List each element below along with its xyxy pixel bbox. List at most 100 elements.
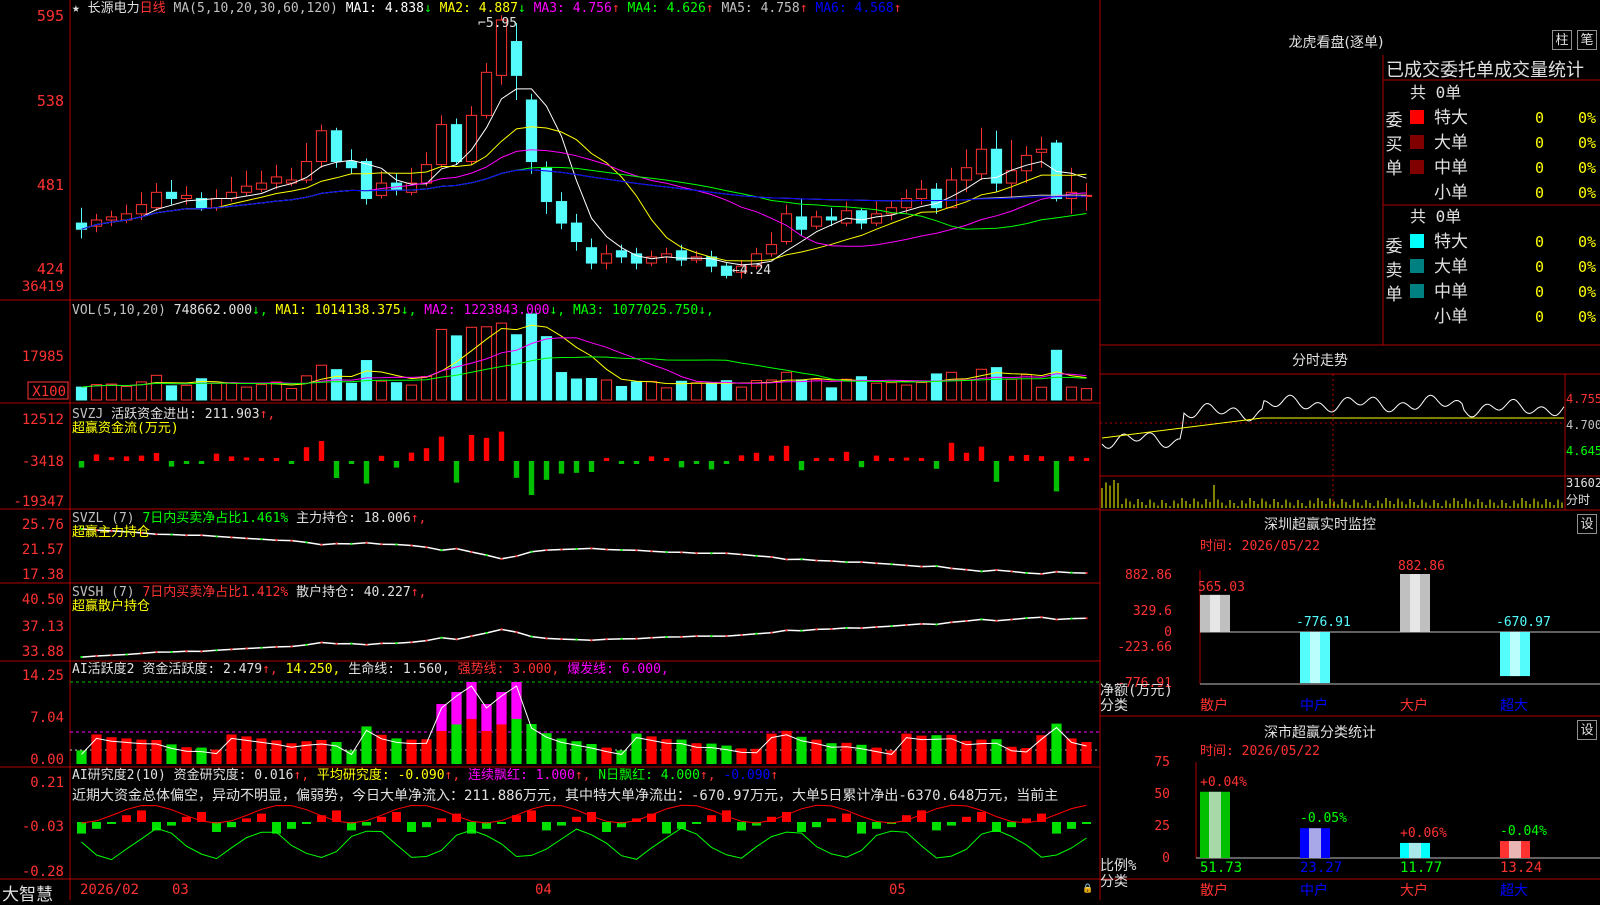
class-settings-button[interactable]: 设 <box>1577 720 1597 740</box>
volume-bar <box>1080 388 1093 401</box>
activity-bar <box>841 742 852 764</box>
order-stats-header: 已成交委托单成交量统计 <box>1386 60 1584 81</box>
research-header-part-12: ↑, <box>700 768 723 783</box>
volume-bar <box>780 371 793 401</box>
flow-tick-0: 12512 <box>22 412 64 428</box>
main-position-line-path-dot <box>650 550 653 553</box>
research-bars[interactable] <box>77 804 1091 861</box>
flow-bar <box>513 461 520 478</box>
main-position-line-path-dot <box>560 548 563 551</box>
research-bar <box>227 822 236 828</box>
flow-bar <box>543 461 550 480</box>
flow-bar <box>798 461 805 471</box>
flow-bar <box>198 461 205 464</box>
volume-bar <box>495 322 508 401</box>
research-bar <box>1082 822 1091 824</box>
main-position-line-path-dot <box>1070 571 1073 574</box>
volume-bar <box>600 379 613 401</box>
main-position-line-path-dot <box>830 559 833 562</box>
kline-header: ★ 长源电力日线 MA(5,10,20,30,60,120) MA1: 4.83… <box>72 1 901 16</box>
candle <box>570 222 583 243</box>
price-tick-3: 424 <box>37 260 64 278</box>
pen-view-button[interactable]: 笔 <box>1577 30 1597 50</box>
class-tick-0: 75 <box>1154 755 1170 770</box>
monitor-tick-0: 882.86 <box>1125 568 1172 583</box>
intraday-price-lo: 4.645 <box>1566 444 1600 458</box>
monitor-bar-hi-2 <box>1410 574 1420 632</box>
kline-header-part-11: 4.756 <box>573 1 612 16</box>
volume-bar <box>645 380 658 401</box>
main-position-line-path-dot <box>275 539 278 542</box>
candle <box>360 161 373 199</box>
volume-bar <box>1035 386 1048 401</box>
class-value-0: 51.73 <box>1200 860 1242 876</box>
intraday-vol-max: 31602 <box>1566 476 1600 490</box>
main-position-line-path-dot <box>155 533 158 536</box>
class-pct-1: -0.05% <box>1300 811 1347 826</box>
rs-tick-0: 0.21 <box>30 775 64 791</box>
bar-view-button[interactable]: 柱 <box>1552 30 1572 50</box>
research-header-part-6: ↑, <box>445 768 468 783</box>
kline-header-part-13: MA4: <box>628 1 667 16</box>
monitor-tick-3: -223.66 <box>1117 640 1172 655</box>
volume-bar <box>225 382 238 401</box>
activity-bar-burst <box>466 682 477 719</box>
volume-header-part-10: 1077025.750 <box>612 303 698 318</box>
activity-bars[interactable] <box>70 681 1100 764</box>
activity-bar <box>886 750 897 764</box>
sell-order-pct-3: 0% <box>1578 308 1596 326</box>
capital-flow-bars[interactable] <box>78 431 1090 495</box>
flow-header-part-0: SVZJ <box>72 407 111 422</box>
flow-bar <box>393 461 400 468</box>
flow-bar <box>1038 456 1045 461</box>
volume-bar <box>150 374 163 401</box>
flow-bar <box>873 455 880 461</box>
buy-side-label-0: 委 <box>1386 111 1403 131</box>
flow-header-part-2: 211.903 <box>205 407 260 422</box>
retail-position-line-path-dot <box>395 642 398 645</box>
panel-grid <box>0 0 1600 900</box>
buy-order-total: 共 0单 <box>1410 83 1461 102</box>
monitor-cat-3: 超大 <box>1500 698 1528 714</box>
research-header-part-13: -0.090 <box>723 768 770 783</box>
volume-bar <box>1005 378 1018 401</box>
flow-bar <box>648 456 655 461</box>
class-cat-0: 散户 <box>1200 882 1228 899</box>
lock-icon[interactable]: 🔒 <box>1082 884 1093 894</box>
flow-bar <box>558 461 565 474</box>
retail-position-line-path-dot <box>860 627 863 630</box>
research-bar <box>842 813 851 822</box>
main-position-line-path-dot <box>695 552 698 555</box>
volume-bar <box>285 387 298 401</box>
flow-bar <box>918 458 925 461</box>
research-bar <box>872 822 881 829</box>
retail-position-line-path-dot <box>515 631 518 634</box>
volume-bar <box>270 381 283 401</box>
volume-bar <box>930 373 943 401</box>
activity-bar <box>601 747 612 764</box>
flow-bar <box>633 461 640 464</box>
monitor-cat-0: 散户 <box>1200 697 1228 714</box>
class-cat-3: 超大 <box>1500 883 1528 899</box>
class-time: 时间: 2026/05/22 <box>1200 744 1320 759</box>
candle <box>540 167 553 203</box>
sell-order-swatch-0 <box>1410 234 1424 248</box>
retail-position-line-path-dot <box>350 642 353 645</box>
retail-position-line-path-dot <box>560 638 563 641</box>
retail-position-line-path-dot <box>380 642 383 645</box>
brand-label: 大智慧 <box>2 885 53 905</box>
retail-position-line-path-dot <box>545 637 548 640</box>
monitor-settings-button[interactable]: 设 <box>1577 514 1597 534</box>
main-position-line-path-dot <box>740 553 743 556</box>
candle <box>1020 154 1033 172</box>
flow-bar <box>603 458 610 461</box>
main-position-line-path-dot <box>230 536 233 539</box>
main-position-line-path-dot <box>530 550 533 553</box>
flow-bar <box>1053 461 1060 492</box>
volume-bar <box>240 386 253 401</box>
main-position-line-path-dot <box>440 549 443 552</box>
retail-position-line-path-dot <box>290 645 293 648</box>
flow-bar <box>1008 455 1015 461</box>
candle <box>270 176 283 184</box>
retail-position-line-path-dot <box>155 651 158 654</box>
